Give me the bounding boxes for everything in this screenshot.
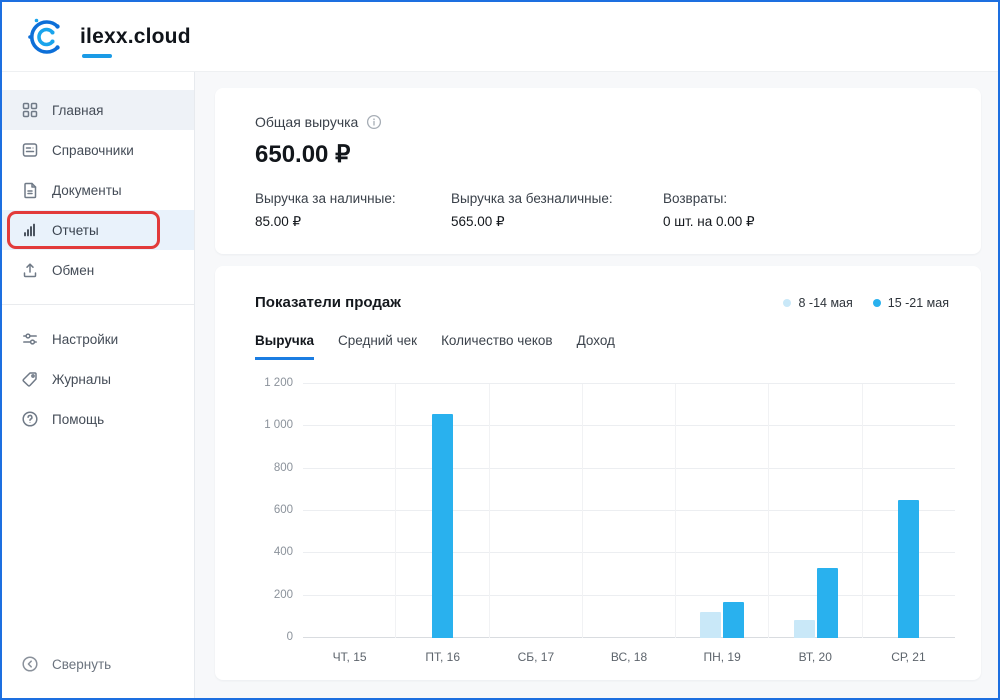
bar xyxy=(794,620,815,638)
chart-column xyxy=(675,384,768,638)
x-axis: ЧТ, 15ПТ, 16СБ, 17ВС, 18ПН, 19ВТ, 20СР, … xyxy=(303,644,955,664)
bar-chart-icon xyxy=(20,221,40,239)
sidebar-item-label: Отчеты xyxy=(52,223,99,238)
sales-indicators-card: Показатели продаж 8 -14 мая 15 -21 мая xyxy=(215,266,981,680)
tab-revenue[interactable]: Выручка xyxy=(255,333,314,360)
metric-cashless: Выручка за безналичные: 565.00 ₽ xyxy=(451,191,663,230)
legend-dot-blue xyxy=(873,299,881,307)
x-axis-label: ЧТ, 15 xyxy=(303,650,396,664)
brand-underline xyxy=(82,54,112,58)
y-tick-label: 1 000 xyxy=(255,419,293,431)
chart-column xyxy=(862,384,955,638)
bar xyxy=(723,602,744,638)
revenue-summary-card: Общая выручка 650.00 ₽ Выручка за наличн… xyxy=(215,88,981,254)
metric-value: 0 шт. на 0.00 ₽ xyxy=(663,214,941,230)
upload-icon xyxy=(20,261,40,279)
legend-item-week2: 15 -21 мая xyxy=(873,296,949,310)
legend-label: 15 -21 мая xyxy=(888,296,949,310)
chart-columns xyxy=(303,384,955,638)
y-tick-label: 400 xyxy=(255,546,293,558)
document-icon xyxy=(20,181,40,199)
metric-label: Выручка за безналичные: xyxy=(451,191,663,206)
sidebar-divider xyxy=(2,304,194,305)
brand[interactable]: ilexx.cloud xyxy=(24,14,191,60)
x-axis-label: ПН, 19 xyxy=(676,650,769,664)
bar xyxy=(700,612,721,638)
x-axis-label: СР, 21 xyxy=(862,650,955,664)
sidebar-item-label: Журналы xyxy=(52,372,111,387)
legend-item-week1: 8 -14 мая xyxy=(783,296,852,310)
metric-value: 565.00 ₽ xyxy=(451,214,663,230)
bar xyxy=(817,568,838,638)
y-tick-label: 200 xyxy=(255,589,293,601)
sidebar-item-exchange[interactable]: Обмен xyxy=(2,250,194,290)
sidebar-item-label: Документы xyxy=(52,183,122,198)
sidebar-item-label: Обмен xyxy=(52,263,94,278)
tab-income[interactable]: Доход xyxy=(577,333,615,360)
sidebar-item-settings[interactable]: Настройки xyxy=(2,319,194,359)
info-icon[interactable] xyxy=(366,114,382,130)
legend-dot-light xyxy=(783,299,791,307)
catalog-icon xyxy=(20,141,40,159)
app-title: ilexx.cloud xyxy=(80,25,191,48)
chart-plot: 02004006008001 0001 200 xyxy=(303,384,955,638)
x-axis-label: ПТ, 16 xyxy=(396,650,489,664)
x-axis-label: СБ, 17 xyxy=(489,650,582,664)
sidebar-item-help[interactable]: Помощь xyxy=(2,399,194,439)
chart-column xyxy=(489,384,582,638)
chart-column xyxy=(582,384,675,638)
sidebar: Главная Справочники До xyxy=(2,72,195,698)
legend-label: 8 -14 мая xyxy=(798,296,852,310)
chart-column xyxy=(768,384,861,638)
metric-returns: Возвраты: 0 шт. на 0.00 ₽ xyxy=(663,191,941,230)
sidebar-item-documents[interactable]: Документы xyxy=(2,170,194,210)
collapse-label: Свернуть xyxy=(52,657,111,672)
chart-column xyxy=(303,384,395,638)
app-header: ilexx.cloud xyxy=(2,2,998,72)
metric-label: Возвраты: xyxy=(663,191,941,206)
x-axis-label: ВТ, 20 xyxy=(769,650,862,664)
sidebar-item-label: Помощь xyxy=(52,412,104,427)
revenue-summary-title: Общая выручка xyxy=(255,114,358,130)
collapse-sidebar-button[interactable]: Свернуть xyxy=(2,644,194,684)
y-tick-label: 0 xyxy=(255,631,293,643)
sales-title: Показатели продаж xyxy=(255,294,401,311)
sales-tabs: Выручка Средний чек Количество чеков Дох… xyxy=(255,333,957,360)
sidebar-item-label: Настройки xyxy=(52,332,118,347)
metric-cash: Выручка за наличные: 85.00 ₽ xyxy=(255,191,451,230)
total-revenue-value: 650.00 ₽ xyxy=(255,140,941,169)
tag-icon xyxy=(20,370,40,388)
sidebar-item-catalogs[interactable]: Справочники xyxy=(2,130,194,170)
y-tick-label: 1 200 xyxy=(255,377,293,389)
tab-average-check[interactable]: Средний чек xyxy=(338,333,417,360)
chevron-left-circle-icon xyxy=(20,655,40,673)
app-body: Главная Справочники До xyxy=(2,72,998,698)
dashboard-icon xyxy=(20,101,40,119)
y-tick-label: 800 xyxy=(255,462,293,474)
logo-icon xyxy=(24,14,70,60)
metric-value: 85.00 ₽ xyxy=(255,214,451,230)
bar xyxy=(898,500,919,638)
chart-legend: 8 -14 мая 15 -21 мая xyxy=(783,296,957,310)
bar xyxy=(432,414,453,638)
app-window: ilexx.cloud Главная xyxy=(0,0,1000,700)
main-content: Общая выручка 650.00 ₽ Выручка за наличн… xyxy=(195,72,998,698)
metric-label: Выручка за наличные: xyxy=(255,191,451,206)
y-tick-label: 600 xyxy=(255,504,293,516)
sidebar-item-reports[interactable]: Отчеты xyxy=(2,210,194,250)
chart-column xyxy=(395,384,488,638)
sidebar-item-label: Справочники xyxy=(52,143,134,158)
sidebar-item-label: Главная xyxy=(52,103,103,118)
sidebar-item-journals[interactable]: Журналы xyxy=(2,359,194,399)
tab-check-count[interactable]: Количество чеков xyxy=(441,333,553,360)
help-icon xyxy=(20,410,40,428)
sliders-icon xyxy=(20,330,40,348)
sidebar-item-home[interactable]: Главная xyxy=(2,90,194,130)
sales-chart: 02004006008001 0001 200 ЧТ, 15ПТ, 16СБ, … xyxy=(255,384,957,664)
x-axis-label: ВС, 18 xyxy=(582,650,675,664)
